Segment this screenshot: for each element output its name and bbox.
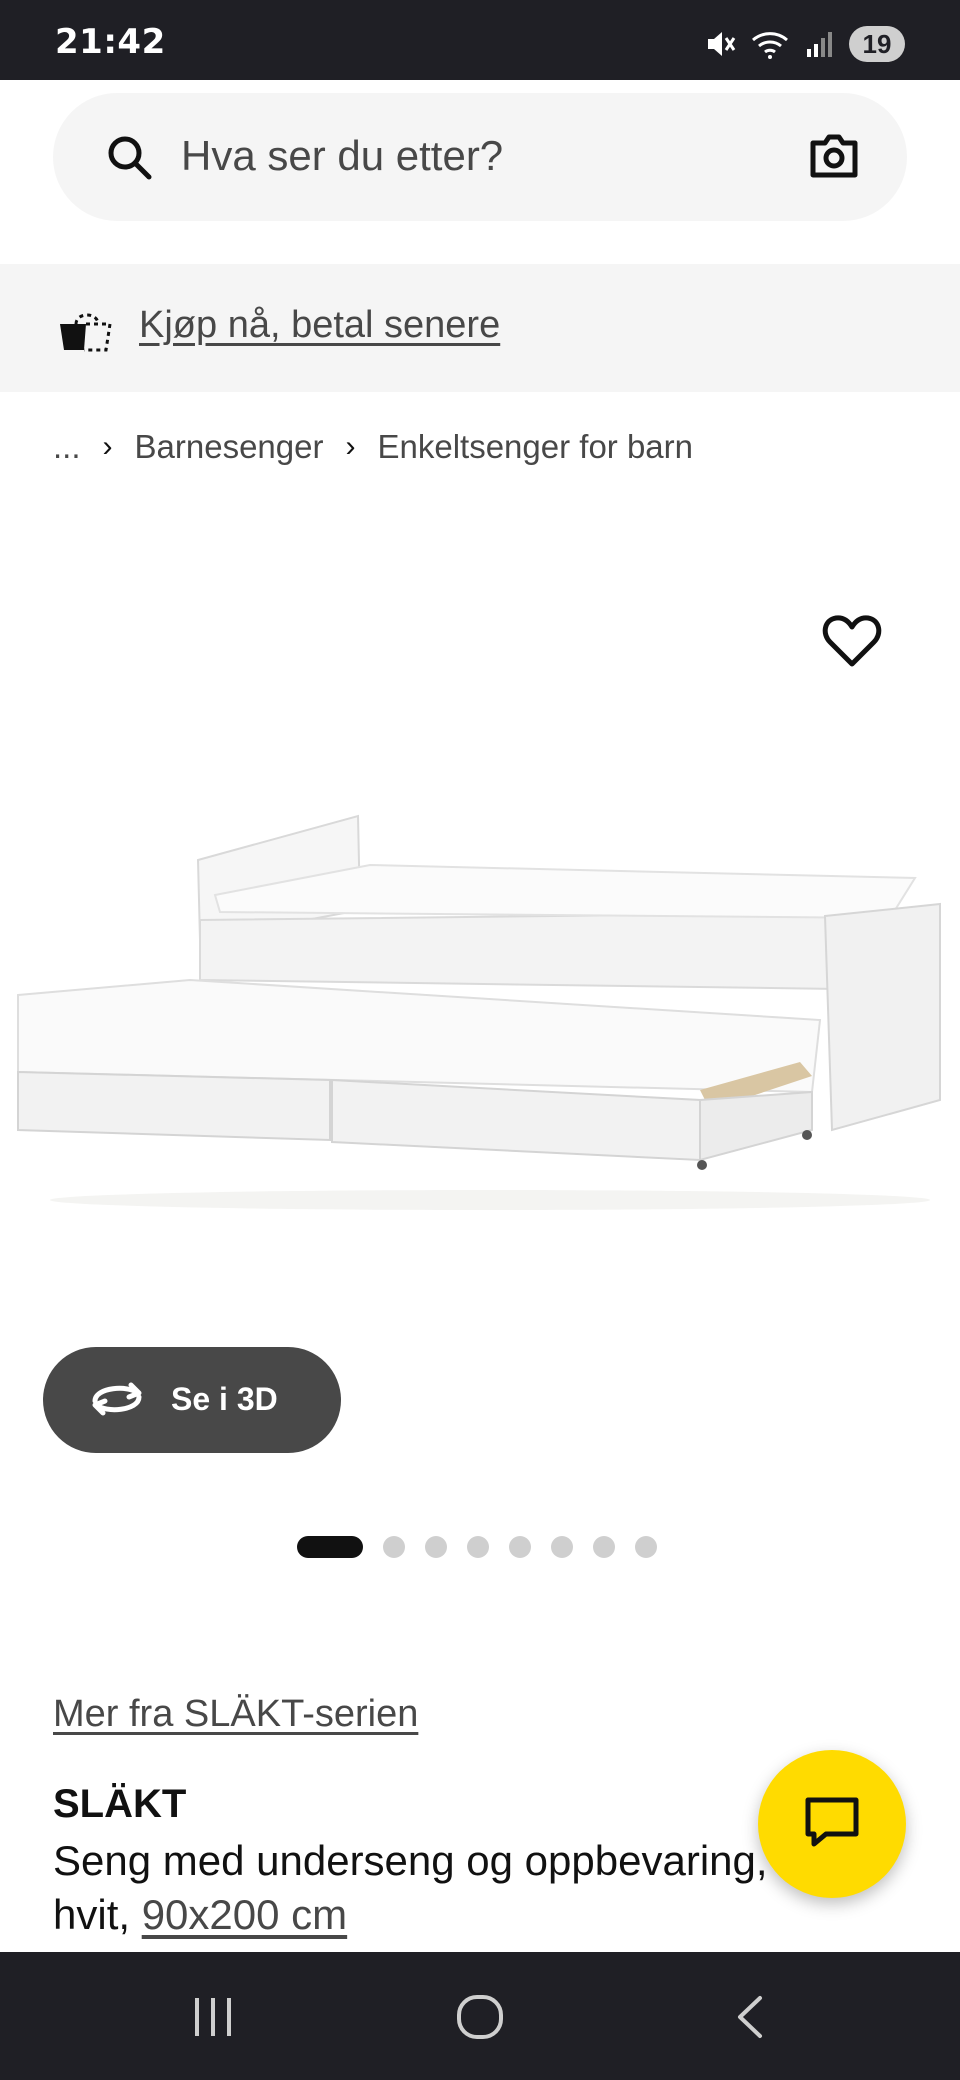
gallery-pagination — [297, 1536, 657, 1558]
favorite-heart-icon[interactable] — [822, 614, 882, 670]
pagination-dot[interactable] — [635, 1536, 657, 1558]
status-time: 21:42 — [55, 22, 166, 62]
breadcrumb-item-barnesenger[interactable]: Barnesenger — [135, 428, 324, 466]
breadcrumb: ... › Barnesenger › Enkeltsenger for bar… — [53, 428, 693, 466]
search-icon — [108, 136, 152, 180]
product-name: SLÄKT — [53, 1782, 187, 1826]
status-bar: 21:42 19 — [0, 0, 960, 80]
battery-icon: 19 — [849, 26, 905, 62]
promo-banner[interactable]: Kjøp nå, betal senere — [0, 264, 960, 392]
view-in-3d-button[interactable]: Se i 3D — [43, 1347, 341, 1453]
product-size-link[interactable]: 90x200 cm — [142, 1891, 347, 1938]
recent-apps-icon[interactable] — [192, 1996, 234, 2038]
battery-level: 19 — [862, 28, 892, 59]
home-icon[interactable] — [456, 1994, 504, 2040]
wifi-icon — [752, 32, 788, 59]
product-description-line2: hvit, 90x200 cm — [53, 1888, 813, 1942]
pagination-dot[interactable] — [551, 1536, 573, 1558]
pagination-dot-active[interactable] — [297, 1536, 363, 1558]
chat-bubble-icon — [805, 1797, 859, 1847]
shopping-bag-icon — [60, 313, 112, 352]
breadcrumb-item-enkeltsenger[interactable]: Enkeltsenger for barn — [377, 428, 693, 466]
pagination-dot[interactable] — [467, 1536, 489, 1558]
back-icon[interactable] — [734, 1994, 766, 2040]
camera-icon[interactable] — [809, 131, 859, 179]
view-in-3d-label: Se i 3D — [171, 1381, 278, 1417]
pagination-dot[interactable] — [593, 1536, 615, 1558]
rotate-3d-icon — [92, 1382, 142, 1416]
product-image-bed — [17, 814, 941, 1210]
search-placeholder: Hva ser du etter? — [181, 132, 504, 179]
signal-icon — [807, 32, 832, 57]
product-description-line1: Seng med underseng og oppbevaring, — [53, 1837, 768, 1884]
breadcrumb-ellipsis[interactable]: ... — [53, 428, 81, 466]
chevron-right-icon: › — [102, 430, 113, 463]
product-description: Seng med underseng og oppbevaring, hvit,… — [53, 1834, 813, 1942]
pagination-dot[interactable] — [425, 1536, 447, 1558]
series-link[interactable]: Mer fra SLÄKT-serien — [53, 1693, 418, 1736]
chevron-right-icon: › — [345, 430, 356, 463]
pagination-dot[interactable] — [383, 1536, 405, 1558]
pagination-dot[interactable] — [509, 1536, 531, 1558]
mute-icon — [708, 32, 736, 56]
product-color: hvit, — [53, 1891, 142, 1938]
buy-now-pay-later-link[interactable]: Kjøp nå, betal senere — [139, 304, 500, 347]
status-icons: 19 — [705, 26, 905, 62]
chat-button[interactable] — [758, 1750, 906, 1898]
system-nav-bar — [0, 1952, 960, 2080]
search-input[interactable]: Hva ser du etter? — [53, 93, 907, 221]
